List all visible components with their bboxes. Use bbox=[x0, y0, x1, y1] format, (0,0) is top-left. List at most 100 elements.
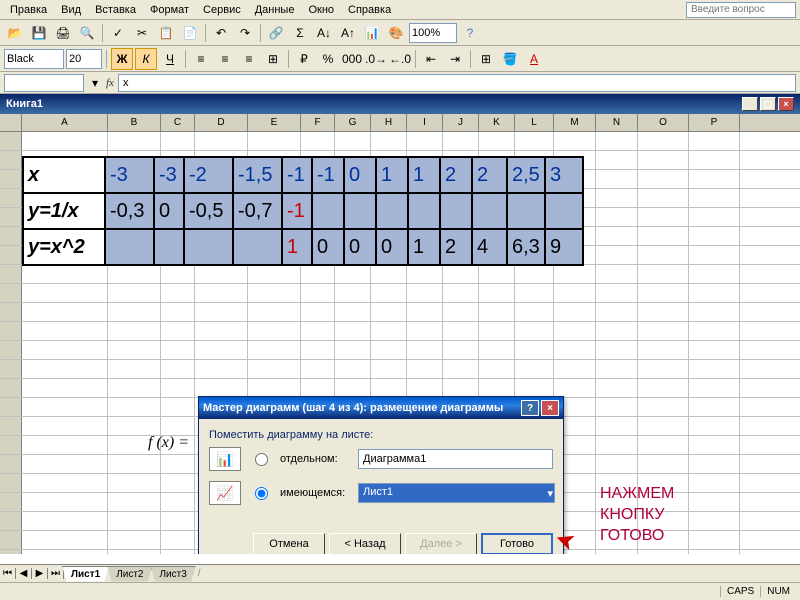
cell[interactable] bbox=[22, 417, 108, 435]
worksheet[interactable]: ABCDEFGHIJKLMNOP x-3-3-2-1,5-1-1011222,5… bbox=[0, 114, 800, 554]
dialog-close-icon[interactable]: × bbox=[541, 400, 559, 416]
data-cell[interactable]: 0 bbox=[312, 229, 344, 265]
row-header[interactable] bbox=[0, 208, 22, 226]
cell[interactable] bbox=[689, 189, 740, 207]
col-header-K[interactable]: K bbox=[479, 114, 515, 131]
tab-first-icon[interactable]: ⏮ bbox=[0, 568, 16, 579]
col-header-N[interactable]: N bbox=[596, 114, 638, 131]
cell[interactable] bbox=[335, 360, 371, 378]
cell[interactable] bbox=[479, 132, 515, 150]
cell[interactable] bbox=[596, 398, 638, 416]
cell[interactable] bbox=[515, 322, 554, 340]
cell[interactable] bbox=[108, 455, 161, 473]
cell[interactable] bbox=[335, 322, 371, 340]
data-cell[interactable]: -3 bbox=[105, 157, 154, 193]
cell[interactable] bbox=[161, 132, 195, 150]
cell[interactable] bbox=[689, 512, 740, 530]
cell[interactable] bbox=[108, 303, 161, 321]
cell[interactable] bbox=[689, 398, 740, 416]
sheet-tab-3[interactable]: Лист3 bbox=[150, 566, 195, 582]
cut-icon[interactable]: ✂ bbox=[131, 22, 153, 44]
cell[interactable] bbox=[596, 284, 638, 302]
cell[interactable] bbox=[689, 284, 740, 302]
cell[interactable] bbox=[248, 284, 301, 302]
cell[interactable] bbox=[479, 303, 515, 321]
cell[interactable] bbox=[596, 208, 638, 226]
cell[interactable] bbox=[22, 284, 108, 302]
cell[interactable] bbox=[301, 132, 335, 150]
align-center-icon[interactable]: ≡ bbox=[214, 48, 236, 70]
paste-icon[interactable]: 📄 bbox=[179, 22, 201, 44]
cell[interactable] bbox=[161, 417, 195, 435]
cell[interactable] bbox=[554, 322, 596, 340]
cell[interactable] bbox=[22, 512, 108, 530]
col-header-P[interactable]: P bbox=[689, 114, 740, 131]
underline-icon[interactable]: Ч bbox=[159, 48, 181, 70]
data-cell[interactable]: 1 bbox=[408, 157, 440, 193]
align-right-icon[interactable]: ≡ bbox=[238, 48, 260, 70]
cell[interactable] bbox=[596, 360, 638, 378]
row-header[interactable] bbox=[0, 227, 22, 245]
cell[interactable] bbox=[638, 417, 689, 435]
data-cell[interactable]: 4 bbox=[472, 229, 507, 265]
cell[interactable] bbox=[689, 303, 740, 321]
row-header[interactable] bbox=[0, 170, 22, 188]
row-header[interactable] bbox=[0, 455, 22, 473]
cell[interactable] bbox=[689, 417, 740, 435]
cell[interactable] bbox=[161, 474, 195, 492]
cell[interactable] bbox=[689, 360, 740, 378]
data-cell[interactable] bbox=[233, 229, 282, 265]
cell[interactable] bbox=[596, 189, 638, 207]
cell[interactable] bbox=[638, 246, 689, 264]
cell[interactable] bbox=[161, 265, 195, 283]
cell[interactable] bbox=[108, 379, 161, 397]
cell[interactable] bbox=[554, 360, 596, 378]
row-header[interactable] bbox=[0, 493, 22, 511]
cell[interactable] bbox=[335, 303, 371, 321]
cell[interactable] bbox=[479, 322, 515, 340]
data-cell[interactable]: 2 bbox=[440, 229, 472, 265]
dec-dec-icon[interactable]: ←.0 bbox=[389, 48, 411, 70]
cell[interactable] bbox=[443, 341, 479, 359]
col-header-M[interactable]: M bbox=[554, 114, 596, 131]
dec-inc-icon[interactable]: .0→ bbox=[365, 48, 387, 70]
merge-icon[interactable]: ⊞ bbox=[262, 48, 284, 70]
cell[interactable] bbox=[195, 379, 248, 397]
preview-icon[interactable]: 🔍 bbox=[76, 22, 98, 44]
cell[interactable] bbox=[638, 455, 689, 473]
help-icon[interactable]: ? bbox=[459, 22, 481, 44]
cell[interactable] bbox=[689, 531, 740, 549]
name-box[interactable] bbox=[4, 74, 84, 92]
cell[interactable] bbox=[161, 512, 195, 530]
cell[interactable] bbox=[301, 322, 335, 340]
select-existing[interactable]: Лист1 bbox=[358, 483, 555, 503]
sheet-tab-2[interactable]: Лист2 bbox=[107, 566, 152, 582]
data-cell[interactable]: -1,5 bbox=[233, 157, 282, 193]
cell[interactable] bbox=[161, 341, 195, 359]
cell[interactable] bbox=[689, 493, 740, 511]
tab-next-icon[interactable]: ▶ bbox=[32, 568, 48, 579]
data-cell[interactable]: 0 bbox=[344, 229, 376, 265]
link-icon[interactable]: 🔗 bbox=[265, 22, 287, 44]
cell[interactable] bbox=[554, 284, 596, 302]
fill-color-icon[interactable]: 🪣 bbox=[499, 48, 521, 70]
data-cell[interactable]: -0,3 bbox=[105, 193, 154, 229]
cell[interactable] bbox=[108, 417, 161, 435]
dialog-help-icon[interactable]: ? bbox=[521, 400, 539, 416]
close-icon[interactable]: × bbox=[778, 97, 794, 111]
tab-last-icon[interactable]: ⏭ bbox=[48, 568, 64, 579]
cell[interactable] bbox=[108, 132, 161, 150]
cell[interactable] bbox=[638, 132, 689, 150]
redo-icon[interactable]: ↷ bbox=[234, 22, 256, 44]
radio-separate[interactable] bbox=[255, 453, 268, 466]
data-cell[interactable]: 1 bbox=[408, 229, 440, 265]
data-cell[interactable] bbox=[184, 229, 233, 265]
cell[interactable] bbox=[108, 322, 161, 340]
row-header[interactable] bbox=[0, 265, 22, 283]
row-header[interactable] bbox=[0, 417, 22, 435]
cell[interactable] bbox=[248, 379, 301, 397]
menu-edit[interactable]: Правка bbox=[4, 2, 53, 18]
data-cell[interactable]: -0,5 bbox=[184, 193, 233, 229]
row-label[interactable]: y=1/x bbox=[23, 193, 105, 229]
percent-icon[interactable]: % bbox=[317, 48, 339, 70]
